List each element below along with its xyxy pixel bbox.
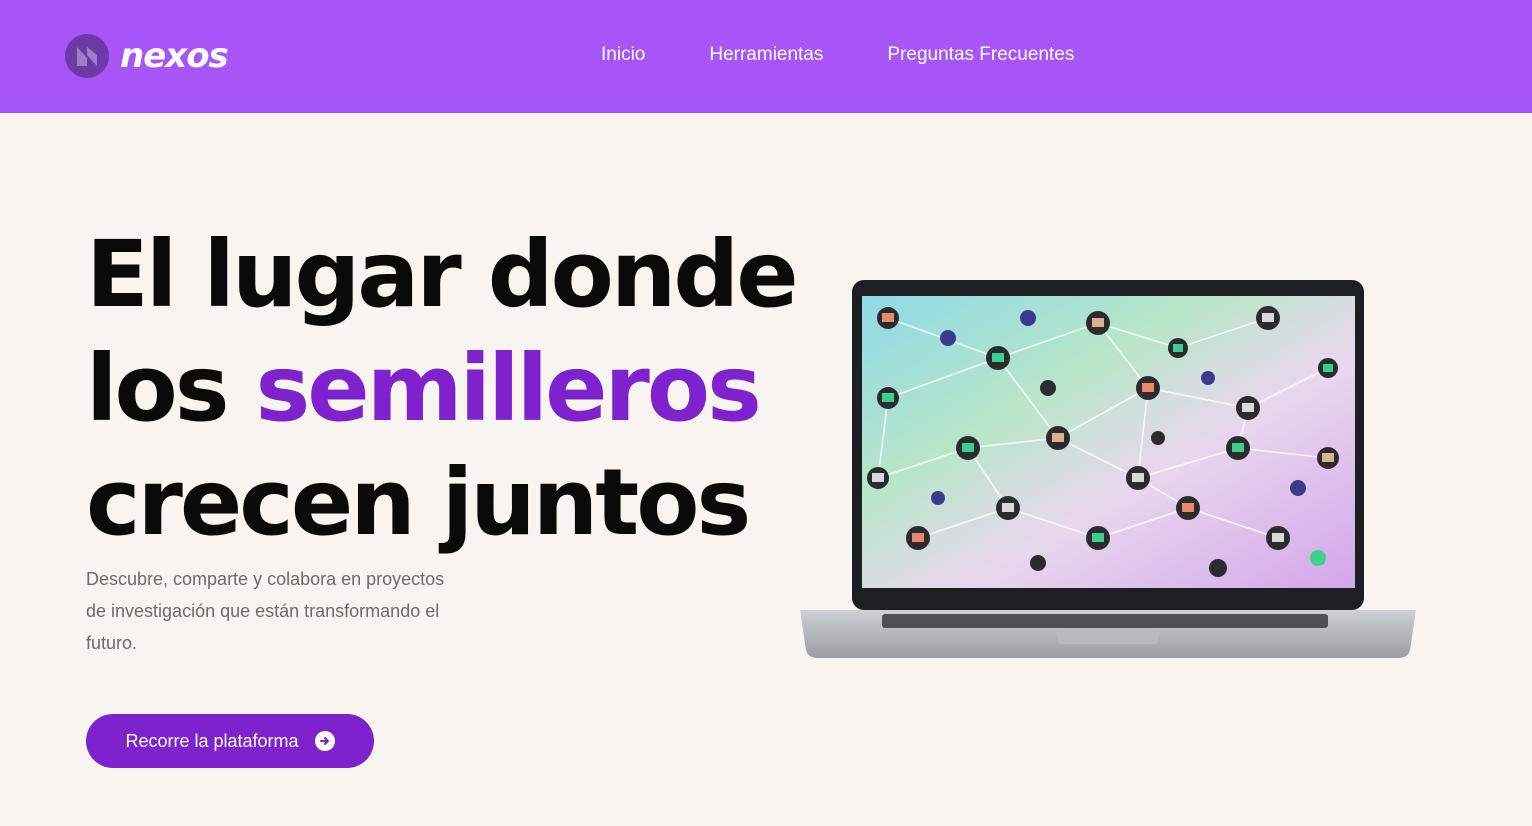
hero-title-line-2-prefix: los xyxy=(86,335,256,442)
recorre-plataforma-button[interactable]: Recorre la plataforma xyxy=(86,714,374,768)
cta-label: Recorre la plataforma xyxy=(125,730,299,751)
nav-link-herramientas[interactable]: Herramientas xyxy=(709,43,823,67)
hero-subtitle: Descubre, comparte y colabora en proyect… xyxy=(86,569,445,653)
top-navbar: nexos Inicio Herramientas Preguntas Frec… xyxy=(0,0,1532,113)
nexos-logo-icon xyxy=(65,34,109,78)
nav-link-inicio[interactable]: Inicio xyxy=(601,43,645,67)
brand-logo[interactable]: nexos xyxy=(64,33,229,79)
hero-title-accent-word: semilleros xyxy=(255,335,762,442)
hero-title: El lugar donde los semilleros crecen jun… xyxy=(86,218,806,560)
nav-link-preguntas-frecuentes[interactable]: Preguntas Frecuentes xyxy=(887,43,1074,67)
laptop-network-illustration xyxy=(800,280,1416,658)
brand-name: nexos xyxy=(120,36,229,76)
main-nav: Inicio Herramientas Preguntas Frecuentes xyxy=(601,43,1074,67)
arrow-right-circle-icon xyxy=(314,731,335,751)
hero-title-line-3: crecen juntos xyxy=(86,449,751,556)
hero-title-line-1: El lugar donde xyxy=(86,221,799,328)
